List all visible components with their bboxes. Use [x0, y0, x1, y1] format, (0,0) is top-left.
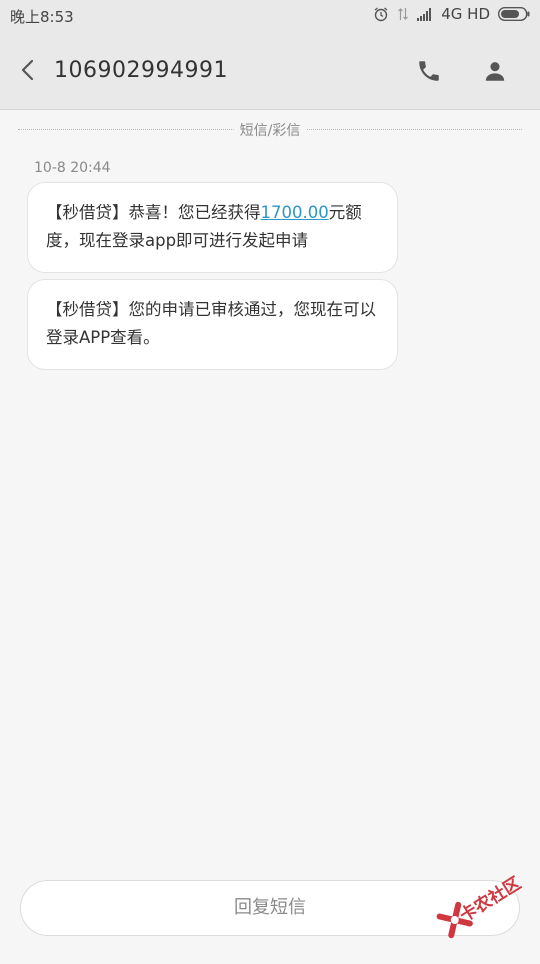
status-time: 晚上8:53: [10, 8, 74, 26]
alarm-icon: [373, 6, 389, 22]
message-text-prefix: 【秒借贷】恭喜！您已经获得: [46, 203, 261, 222]
network-label: 4G HD: [441, 5, 490, 23]
contact-number: 106902994991: [54, 58, 228, 83]
amount-link[interactable]: 1700.00: [261, 203, 329, 222]
call-button[interactable]: [416, 58, 442, 84]
status-icons: 4G HD: [373, 5, 530, 23]
message-bubble[interactable]: 【秒借贷】恭喜！您已经获得1700.00元额度，现在登录app即可进行发起申请: [27, 182, 398, 273]
status-bar: 晚上8:53 4G HD: [0, 0, 540, 30]
person-icon: [485, 62, 505, 81]
battery-icon: [498, 7, 530, 21]
phone-icon: [419, 61, 439, 81]
message-bubble[interactable]: 【秒借贷】您的申请已审核通过，您现在可以登录APP查看。: [27, 279, 398, 370]
data-arrows-icon: [397, 6, 409, 22]
back-button[interactable]: [14, 56, 42, 84]
back-arrow-icon: [21, 59, 34, 81]
message-text: 【秒借贷】您的申请已审核通过，您现在可以登录APP查看。: [46, 300, 376, 347]
message-timestamp: 10-8 20:44: [34, 160, 111, 176]
contact-profile-button[interactable]: [482, 58, 508, 84]
watermark: 卡农社区: [422, 844, 540, 964]
conversation-header: 106902994991: [0, 30, 540, 110]
sms-mms-divider: 短信/彩信: [18, 120, 522, 140]
signal-icon: [417, 7, 433, 21]
divider-label: 短信/彩信: [233, 120, 307, 140]
watermark-text: 卡农社区: [456, 873, 525, 927]
